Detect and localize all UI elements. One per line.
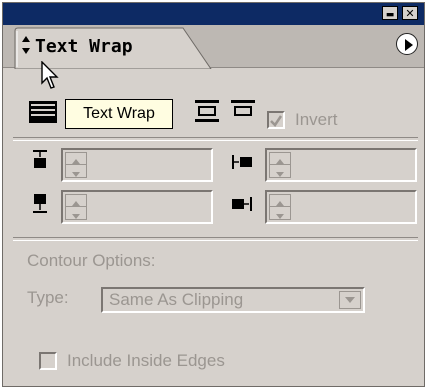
contour-type-select[interactable]: Same As Clipping xyxy=(101,287,365,313)
tab-strip: Text Wrap xyxy=(3,25,424,69)
no-wrap-button[interactable] xyxy=(29,101,57,123)
bottom-offset-icon xyxy=(33,194,47,213)
stepper-down-button[interactable] xyxy=(66,207,86,219)
left-offset-field[interactable] xyxy=(265,148,417,182)
bottom-offset-stepper[interactable] xyxy=(65,194,87,220)
jump-to-next-column-button[interactable] xyxy=(229,99,257,121)
stepper-down-button[interactable] xyxy=(270,165,290,177)
right-offset-icon xyxy=(232,197,252,211)
right-offset-field[interactable] xyxy=(265,190,417,224)
stepper-down-button[interactable] xyxy=(270,207,290,219)
invert-label: Invert xyxy=(295,110,338,129)
include-inside-edges-label: Include Inside Edges xyxy=(67,351,225,370)
divider-top xyxy=(13,137,418,141)
jump-to-next-column-icon xyxy=(231,100,255,116)
divider-bottom xyxy=(13,237,418,241)
top-offset-field[interactable] xyxy=(61,148,213,182)
jump-object-icon xyxy=(195,100,219,122)
checkmark-icon xyxy=(270,115,283,127)
stepper-down-button[interactable] xyxy=(66,165,86,177)
no-text-wrap-icon xyxy=(29,101,57,123)
wrap-bounding-box-button[interactable] xyxy=(193,99,221,122)
tab-expand-arrows-icon[interactable] xyxy=(21,35,31,55)
panel-title-bar[interactable]: ▬ ✕ xyxy=(3,3,424,25)
text-wrap-panel: ▬ ✕ Text Wrap Invert Text Wrap Contour O… xyxy=(2,2,425,387)
left-offset-icon xyxy=(232,155,252,169)
close-button[interactable]: ✕ xyxy=(402,6,418,20)
top-offset-icon xyxy=(33,150,47,168)
minimize-icon: ▬ xyxy=(385,10,395,20)
arrow-down-icon xyxy=(72,172,80,177)
arrow-down-icon xyxy=(72,214,80,219)
dropdown-button[interactable] xyxy=(339,291,361,309)
minimize-button[interactable]: ▬ xyxy=(382,6,398,20)
include-inside-edges-checkbox[interactable] xyxy=(39,352,57,370)
chevron-down-icon xyxy=(345,297,355,303)
arrow-down-icon xyxy=(276,214,284,219)
arrow-down-icon xyxy=(276,172,284,177)
mouse-cursor-icon xyxy=(41,61,59,89)
stepper-up-button[interactable] xyxy=(270,195,290,207)
left-offset-stepper[interactable] xyxy=(269,152,291,178)
bottom-offset-field[interactable] xyxy=(61,190,213,224)
stepper-up-button[interactable] xyxy=(66,195,86,207)
stepper-up-button[interactable] xyxy=(270,153,290,165)
panel-menu-button[interactable] xyxy=(396,33,418,55)
play-circle-icon xyxy=(405,39,413,51)
tooltip: Text Wrap xyxy=(65,99,173,129)
close-icon: ✕ xyxy=(405,7,415,20)
contour-options-label: Contour Options: xyxy=(27,251,156,270)
contour-type-value: Same As Clipping xyxy=(109,290,244,309)
top-offset-stepper[interactable] xyxy=(65,152,87,178)
tab-title: Text Wrap xyxy=(35,36,133,57)
stepper-up-button[interactable] xyxy=(66,153,86,165)
type-label: Type: xyxy=(27,288,69,307)
invert-checkbox[interactable] xyxy=(267,111,285,129)
right-offset-stepper[interactable] xyxy=(269,194,291,220)
